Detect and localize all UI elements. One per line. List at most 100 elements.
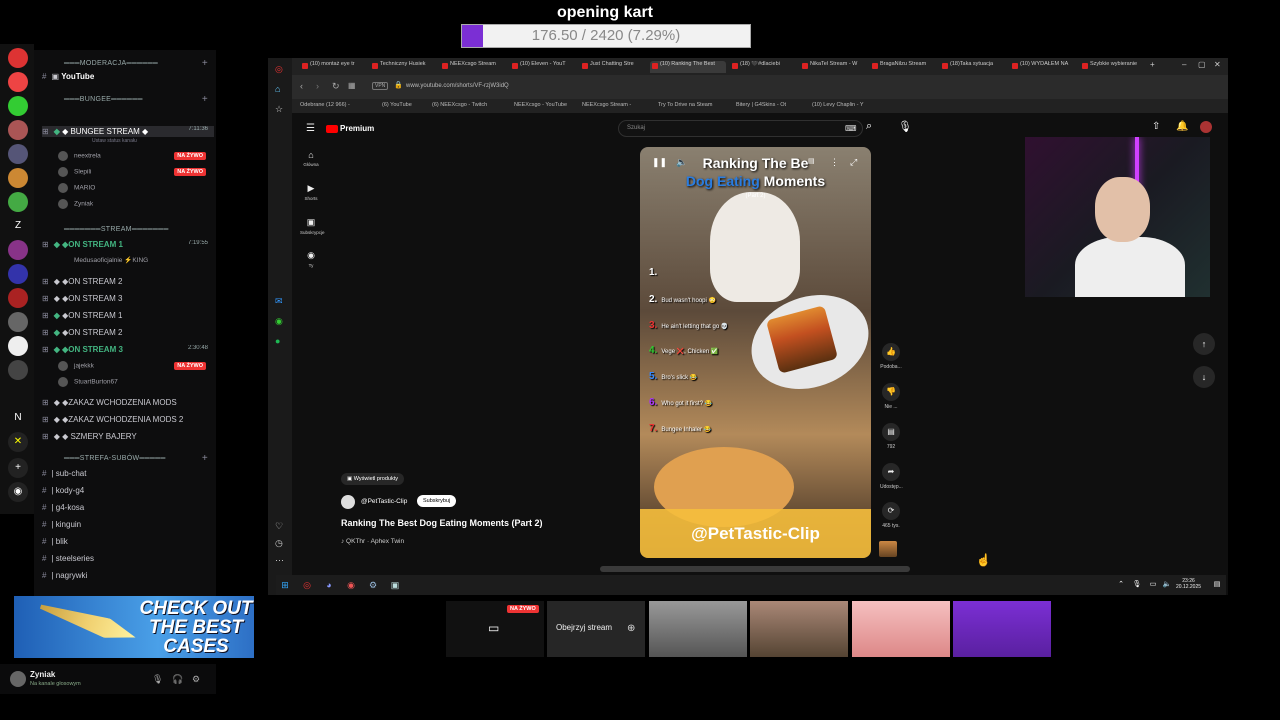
category-bungee[interactable]: ═══BUNGEE══════ + bbox=[44, 94, 214, 105]
stream-thumbnail[interactable] bbox=[750, 601, 848, 657]
server-icon[interactable] bbox=[8, 120, 28, 140]
plus-icon[interactable]: + bbox=[202, 453, 208, 464]
video-music[interactable]: ♪ QKThr · Aphex Twin bbox=[341, 538, 404, 545]
sound-thumbnail[interactable] bbox=[879, 541, 897, 557]
like-button[interactable]: 👍 Podoba... bbox=[880, 343, 902, 370]
channel-steelseries[interactable]: # | steelseries bbox=[42, 554, 214, 563]
browser-tab[interactable]: (10) montaż eye tr bbox=[300, 61, 366, 73]
stream-thumbnail[interactable] bbox=[852, 601, 950, 657]
voice-user[interactable]: Zyniak bbox=[58, 199, 93, 209]
browser-tab[interactable]: (18)Taka sytuacja bbox=[940, 61, 1006, 73]
browser-tab[interactable]: Techniczny Husiek bbox=[370, 61, 436, 73]
channel-restricted[interactable]: ⊞ ◆ ◆ZAKAZ WCHODZENIA MODS 2 bbox=[42, 415, 214, 424]
category-stream[interactable]: ═══════STREAM═══════ bbox=[44, 226, 214, 233]
bookmark[interactable]: (10) Levy Chaplin - Y bbox=[812, 102, 864, 108]
server-icon[interactable] bbox=[8, 312, 28, 332]
remix-button[interactable]: ⟳ 465 tys. bbox=[880, 502, 902, 529]
new-tab-icon[interactable]: + bbox=[1150, 60, 1155, 69]
reload-icon[interactable]: ↻ bbox=[332, 81, 340, 92]
stream-thumbnail[interactable] bbox=[649, 601, 747, 657]
share-button[interactable]: ➦ Udostęp... bbox=[880, 463, 903, 490]
nav-home[interactable]: ⌂ Główna bbox=[300, 150, 322, 167]
channel-on-stream-1[interactable]: ⊞ ◆ ◆ON STREAM 1 7:19:55 bbox=[42, 240, 214, 249]
browser-tab[interactable]: Just Chatting Stre bbox=[580, 61, 646, 73]
bookmark[interactable]: (6) NEEXcsgo - Twitch bbox=[432, 102, 487, 108]
clock[interactable]: 23:26 20.12.2025 bbox=[1176, 578, 1201, 590]
microphone-icon[interactable]: 🎙 bbox=[152, 674, 163, 685]
server-letter-n[interactable]: N bbox=[8, 408, 28, 428]
previous-short-button[interactable]: ↑ bbox=[1193, 333, 1215, 355]
close-x-icon[interactable]: ✕ bbox=[8, 432, 28, 452]
forward-icon[interactable]: › bbox=[316, 81, 319, 91]
server-icon[interactable] bbox=[8, 192, 28, 212]
search-icon[interactable]: ⌕ bbox=[866, 120, 872, 133]
voice-user[interactable]: Slepili bbox=[58, 167, 91, 177]
nav-shorts[interactable]: ▶ Shorts bbox=[300, 183, 322, 201]
nav-you[interactable]: ◉ Ty bbox=[300, 250, 322, 268]
channel-name[interactable]: @PetTastic-Clip bbox=[361, 498, 407, 505]
tray-volume-icon[interactable]: 🔈 bbox=[1160, 578, 1174, 592]
browser-tab[interactable]: NikaTel Stream - W bbox=[800, 61, 866, 73]
vpn-icon[interactable]: VPN bbox=[372, 82, 389, 90]
browser-tab-active[interactable]: (10) Ranking The Best bbox=[650, 61, 726, 73]
server-icon[interactable] bbox=[8, 144, 28, 164]
channel-on-stream[interactable]: ⊞ ◆ ◆ON STREAM 1 bbox=[42, 311, 214, 320]
youtube-logo[interactable]: Premium bbox=[326, 124, 374, 133]
bookmark[interactable]: (6) YouTube bbox=[382, 102, 412, 108]
minimize-icon[interactable]: – bbox=[1182, 60, 1186, 69]
channel-avatar[interactable] bbox=[341, 495, 355, 509]
browser-tab[interactable]: (10) Eleven - YouT bbox=[510, 61, 576, 73]
tray-network-icon[interactable]: ▭ bbox=[1146, 578, 1160, 592]
app-window-icon[interactable]: ▣ bbox=[388, 578, 402, 592]
voice-user[interactable]: jajekkk bbox=[58, 361, 94, 371]
speed-dial-icon[interactable]: ▦ bbox=[348, 81, 356, 90]
browser-tab[interactable]: (18) 🖤#dlaciebi bbox=[730, 61, 796, 73]
discover-icon[interactable]: ◉ bbox=[8, 482, 28, 502]
plus-icon[interactable]: + bbox=[202, 94, 208, 105]
avatar[interactable] bbox=[10, 671, 26, 687]
voice-user[interactable]: neextrela bbox=[58, 151, 101, 161]
tray-chevron-icon[interactable]: ⌃ bbox=[1114, 578, 1128, 592]
upload-icon[interactable]: ⇧ bbox=[1152, 121, 1160, 132]
url-field[interactable]: www.youtube.com/shorts/VF-rzjW3idQ bbox=[406, 83, 509, 89]
server-icon[interactable] bbox=[8, 96, 28, 116]
browser-tab[interactable]: NEEXcsgo Stream bbox=[440, 61, 506, 73]
windows-start-icon[interactable]: ⊞ bbox=[278, 578, 292, 592]
channel-nagrywki[interactable]: # | nagrywki bbox=[42, 571, 214, 580]
search-input[interactable]: Szukaj ⌨ bbox=[618, 120, 863, 137]
close-icon[interactable]: ✕ bbox=[1214, 60, 1221, 69]
next-short-preview[interactable] bbox=[600, 566, 910, 572]
microphone-icon[interactable]: 🎙 bbox=[898, 120, 912, 133]
comments-button[interactable]: ▤ 792 bbox=[880, 423, 902, 450]
whatsapp-icon[interactable]: ◉ bbox=[275, 316, 283, 327]
star-icon[interactable]: ☆ bbox=[275, 104, 283, 115]
messenger-icon[interactable]: ✉ bbox=[275, 296, 283, 307]
volume-icon[interactable]: 🔈 bbox=[676, 157, 687, 168]
history-icon[interactable]: ◷ bbox=[275, 538, 283, 549]
server-icon[interactable] bbox=[8, 72, 28, 92]
voice-user[interactable]: MARIO bbox=[58, 183, 95, 193]
tray-mic-icon[interactable]: 🎙 bbox=[1130, 578, 1144, 592]
maximize-icon[interactable]: ▢ bbox=[1198, 60, 1206, 69]
bookmark[interactable]: NEEXcsgo Stream - bbox=[582, 102, 631, 108]
opera-logo-icon[interactable]: ◎ bbox=[275, 64, 283, 75]
channel-youtube[interactable]: # ▣ YouTube bbox=[42, 72, 214, 81]
browser-tab[interactable]: Szybkie wybieranie bbox=[1080, 61, 1146, 73]
more-options-icon[interactable]: ⋮ bbox=[830, 157, 839, 168]
discord-icon[interactable]: ◕ bbox=[322, 578, 336, 592]
watch-stream-label[interactable]: Obejrzyj stream bbox=[556, 623, 612, 632]
keyboard-icon[interactable]: ⌨ bbox=[845, 124, 857, 133]
server-letter-z[interactable]: Z bbox=[8, 216, 28, 236]
server-icon[interactable] bbox=[8, 360, 28, 380]
subscribe-button[interactable]: Subskrybuj bbox=[417, 495, 457, 507]
channel-on-stream[interactable]: ⊞ ◆ ◆ON STREAM 2 bbox=[42, 328, 214, 337]
server-icon[interactable] bbox=[8, 288, 28, 308]
browser-tab[interactable]: BragaNilzu Stream bbox=[870, 61, 936, 73]
dislike-button[interactable]: 👎 Nie ... bbox=[880, 383, 902, 410]
channel-on-stream[interactable]: ⊞ ◆ ◆ON STREAM 2 bbox=[42, 277, 214, 286]
pause-icon[interactable]: ❚❚ bbox=[652, 157, 667, 168]
home-icon[interactable]: ⌂ bbox=[275, 84, 280, 94]
notifications-icon[interactable]: ▤ bbox=[1210, 578, 1224, 592]
short-video[interactable]: Ranking The Be Dog Eating Moments (Part … bbox=[640, 147, 871, 558]
next-short-button[interactable]: ↓ bbox=[1193, 366, 1215, 388]
